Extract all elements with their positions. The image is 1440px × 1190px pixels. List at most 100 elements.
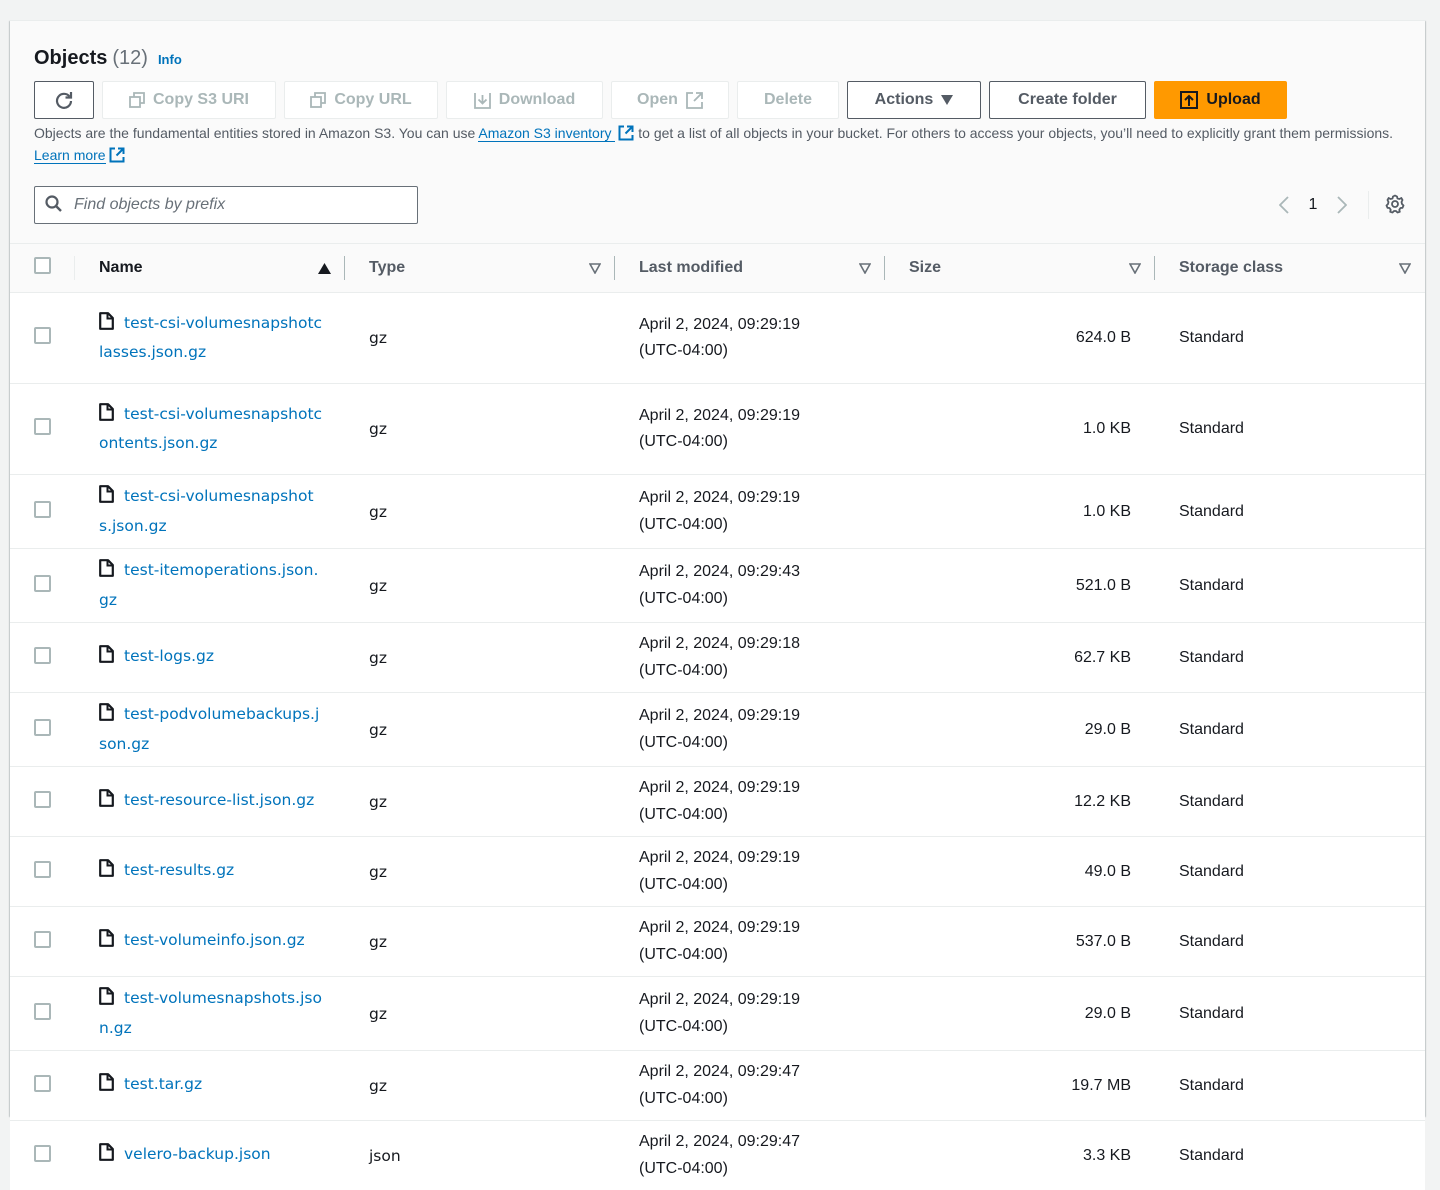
last-modified-timezone: (UTC-04:00) xyxy=(639,658,861,685)
copy-url-button[interactable]: Copy URL xyxy=(284,81,438,119)
next-page-button[interactable] xyxy=(1328,196,1356,214)
object-size: 537.0 B xyxy=(885,907,1155,977)
object-name-link[interactable]: test-results.gz xyxy=(124,861,234,879)
open-button[interactable]: Open xyxy=(611,81,729,119)
row-checkbox[interactable] xyxy=(34,791,51,808)
create-folder-button[interactable]: Create folder xyxy=(989,81,1146,119)
copy-s3-uri-label: Copy S3 URI xyxy=(153,91,249,109)
storage-class: Standard xyxy=(1155,1121,1425,1190)
storage-class: Standard xyxy=(1155,293,1425,384)
column-label: Type xyxy=(369,259,405,277)
column-header-storage-class[interactable]: Storage class xyxy=(1155,244,1425,293)
upload-button[interactable]: Upload xyxy=(1154,81,1287,119)
select-all-checkbox[interactable] xyxy=(34,257,51,274)
gear-icon xyxy=(1385,194,1405,214)
object-name-link[interactable]: test-volumeinfo.json.gz xyxy=(124,931,305,949)
actions-dropdown[interactable]: Actions xyxy=(847,81,981,119)
object-type: gz xyxy=(345,1051,615,1121)
object-name-link[interactable]: test-csi-volumesnapshotclasses.json.gz xyxy=(99,314,322,362)
previous-page-button[interactable] xyxy=(1270,196,1298,214)
storage-class: Standard xyxy=(1155,767,1425,837)
last-modified-date: April 2, 2024, 09:29:18 xyxy=(639,631,861,658)
object-name-link[interactable]: test-resource-list.json.gz xyxy=(124,791,314,809)
object-type: gz xyxy=(345,293,615,384)
row-checkbox[interactable] xyxy=(34,327,51,344)
table-row: test-resource-list.json.gz gz April 2, 2… xyxy=(10,767,1425,837)
storage-class: Standard xyxy=(1155,977,1425,1051)
settings-button[interactable] xyxy=(1385,194,1405,217)
download-button[interactable]: Download xyxy=(446,81,603,119)
storage-class: Standard xyxy=(1155,384,1425,475)
sort-ascending-icon xyxy=(318,263,331,274)
file-icon xyxy=(99,1143,114,1171)
row-checkbox[interactable] xyxy=(34,1075,51,1092)
table-row: velero-backup.json json April 2, 2024, 0… xyxy=(10,1121,1425,1190)
row-checkbox[interactable] xyxy=(34,1003,51,1020)
search-box xyxy=(34,186,418,224)
object-type: gz xyxy=(345,384,615,475)
create-folder-label: Create folder xyxy=(1018,91,1117,109)
object-size: 62.7 KB xyxy=(885,623,1155,693)
object-type: gz xyxy=(345,623,615,693)
object-name-link[interactable]: test-volumesnapshots.json.gz xyxy=(99,989,322,1037)
table-row: test-podvolumebackups.json.gz gz April 2… xyxy=(10,693,1425,767)
object-size: 12.2 KB xyxy=(885,767,1155,837)
object-type: json xyxy=(345,1121,615,1190)
object-name-link[interactable]: test-csi-volumesnapshots.json.gz xyxy=(99,487,314,535)
objects-panel: Objects (12) Info Copy S3 URI Copy URL D xyxy=(10,20,1425,1116)
actions-label: Actions xyxy=(875,91,934,109)
row-checkbox[interactable] xyxy=(34,575,51,592)
object-name-link[interactable]: test.tar.gz xyxy=(124,1075,202,1093)
sort-icon xyxy=(859,263,871,274)
object-name-link[interactable]: velero-backup.json xyxy=(124,1145,271,1163)
row-checkbox[interactable] xyxy=(34,861,51,878)
pager-divider xyxy=(1368,191,1369,219)
object-size: 3.3 KB xyxy=(885,1121,1155,1190)
last-modified-date: April 2, 2024, 09:29:19 xyxy=(639,987,861,1014)
object-size: 19.7 MB xyxy=(885,1051,1155,1121)
current-page[interactable]: 1 xyxy=(1298,196,1328,214)
search-input[interactable] xyxy=(72,195,417,215)
object-type: gz xyxy=(345,977,615,1051)
object-size: 1.0 KB xyxy=(885,384,1155,475)
panel-header: Objects (12) Info xyxy=(34,47,182,70)
sort-icon xyxy=(1399,263,1411,274)
object-name-link[interactable]: test-itemoperations.json.gz xyxy=(99,561,318,609)
copy-s3-uri-button[interactable]: Copy S3 URI xyxy=(102,81,276,119)
learn-more-link[interactable]: Learn more xyxy=(34,147,106,164)
refresh-button[interactable] xyxy=(34,81,94,119)
last-modified-date: April 2, 2024, 09:29:19 xyxy=(639,403,861,430)
column-header-name[interactable]: Name xyxy=(75,244,345,293)
delete-button[interactable]: Delete xyxy=(737,81,839,119)
object-name-link[interactable]: test-podvolumebackups.json.gz xyxy=(99,705,319,753)
s3-inventory-link-label: Amazon S3 inventory xyxy=(478,125,611,141)
storage-class: Standard xyxy=(1155,693,1425,767)
last-modified-date: April 2, 2024, 09:29:19 xyxy=(639,485,861,512)
row-checkbox[interactable] xyxy=(34,647,51,664)
info-link[interactable]: Info xyxy=(158,52,182,67)
table-row: test-volumeinfo.json.gz gz April 2, 2024… xyxy=(10,907,1425,977)
row-checkbox[interactable] xyxy=(34,418,51,435)
column-header-type[interactable]: Type xyxy=(345,244,615,293)
object-type: gz xyxy=(345,549,615,623)
row-checkbox[interactable] xyxy=(34,1145,51,1162)
external-link-icon xyxy=(109,147,125,168)
table-row: test-csi-volumesnapshotclasses.json.gz g… xyxy=(10,293,1425,384)
last-modified-timezone: (UTC-04:00) xyxy=(639,338,861,365)
row-checkbox[interactable] xyxy=(34,501,51,518)
column-header-size[interactable]: Size xyxy=(885,244,1155,293)
row-checkbox[interactable] xyxy=(34,931,51,948)
last-modified-date: April 2, 2024, 09:29:19 xyxy=(639,312,861,339)
column-header-last-modified[interactable]: Last modified xyxy=(615,244,885,293)
object-name-link[interactable]: test-csi-volumesnapshotcontents.json.gz xyxy=(99,405,322,453)
table-row: test-itemoperations.json.gz gz April 2, … xyxy=(10,549,1425,623)
object-name-link[interactable]: test-logs.gz xyxy=(124,647,214,665)
copy-icon xyxy=(129,92,145,108)
delete-label: Delete xyxy=(764,91,812,109)
s3-inventory-link[interactable]: Amazon S3 inventory xyxy=(478,125,615,142)
toolbar: Copy S3 URI Copy URL Download Open Delet… xyxy=(34,81,1287,119)
file-icon xyxy=(99,1073,114,1101)
last-modified-date: April 2, 2024, 09:29:19 xyxy=(639,703,861,730)
last-modified-date: April 2, 2024, 09:29:19 xyxy=(639,775,861,802)
row-checkbox[interactable] xyxy=(34,719,51,736)
